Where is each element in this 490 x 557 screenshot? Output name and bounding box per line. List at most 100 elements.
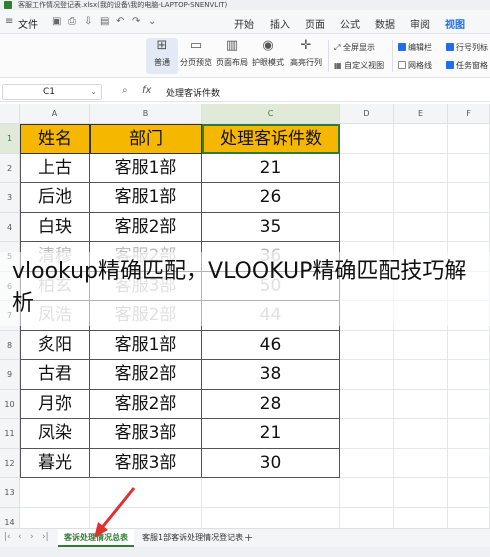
table-cell[interactable] <box>448 124 490 154</box>
row-header[interactable]: 2 <box>0 153 20 183</box>
table-cell[interactable] <box>448 448 490 478</box>
table-cell[interactable] <box>394 448 448 478</box>
table-cell[interactable] <box>394 330 448 360</box>
header-cell[interactable]: 处理客诉件数 <box>202 124 340 154</box>
column-header[interactable]: F <box>448 104 490 124</box>
table-cell[interactable]: 26 <box>202 183 340 213</box>
hamburger-menu-icon[interactable]: ≡ <box>5 17 15 27</box>
table-cell[interactable] <box>340 183 394 213</box>
tab-view[interactable]: 视图 <box>445 16 465 36</box>
normal-view-button[interactable]: ⊞ 普通 <box>146 38 178 74</box>
table-cell[interactable] <box>394 419 448 449</box>
tab-page[interactable]: 页面 <box>305 16 325 31</box>
table-cell[interactable] <box>20 478 90 508</box>
table-cell[interactable] <box>394 124 448 154</box>
row-header[interactable]: 11 <box>0 419 20 449</box>
table-cell[interactable]: 38 <box>202 360 340 390</box>
table-cell[interactable]: 21 <box>202 153 340 183</box>
table-cell[interactable] <box>90 478 202 508</box>
table-cell[interactable] <box>394 183 448 213</box>
table-cell[interactable] <box>394 389 448 419</box>
row-header[interactable]: 4 <box>0 212 20 242</box>
table-cell[interactable]: 35 <box>202 212 340 242</box>
tab-home[interactable]: 开始 <box>234 16 254 31</box>
zoom-search-icon[interactable]: ⌕ <box>122 85 128 96</box>
export-icon[interactable]: ⇩ <box>84 16 92 27</box>
file-menu[interactable]: 文件 <box>18 16 38 31</box>
last-sheet-icon[interactable]: ›| <box>42 532 49 542</box>
undo-icon[interactable]: ↶ <box>116 16 124 27</box>
table-cell[interactable]: 客服2部 <box>90 360 202 390</box>
table-cell[interactable]: 客服1部 <box>90 330 202 360</box>
table-cell[interactable] <box>20 507 90 528</box>
row-header[interactable]: 13 <box>0 478 20 508</box>
column-header[interactable]: B <box>90 104 202 124</box>
table-cell[interactable]: 客服2部 <box>90 389 202 419</box>
table-cell[interactable] <box>340 389 394 419</box>
select-all-corner[interactable] <box>0 104 20 124</box>
table-cell[interactable] <box>340 507 394 528</box>
table-cell[interactable]: 客服3部 <box>90 419 202 449</box>
page-break-preview-button[interactable]: ▭ 分页预览 <box>180 38 212 74</box>
highlight-row-col-button[interactable]: ✛ 高亮行列 <box>290 38 322 74</box>
table-cell[interactable] <box>202 478 340 508</box>
table-cell[interactable] <box>340 419 394 449</box>
more-dropdown-icon[interactable]: ⌄ <box>148 16 156 27</box>
table-cell[interactable] <box>448 419 490 449</box>
table-cell[interactable] <box>448 212 490 242</box>
eye-protection-button[interactable]: ◉ 护眼模式 <box>252 38 284 74</box>
table-cell[interactable]: 客服1部 <box>90 153 202 183</box>
table-cell[interactable] <box>202 507 340 528</box>
column-header[interactable]: A <box>20 104 90 124</box>
table-cell[interactable] <box>448 507 490 528</box>
table-cell[interactable]: 白玦 <box>20 212 90 242</box>
table-cell[interactable] <box>394 507 448 528</box>
table-cell[interactable]: 上古 <box>20 153 90 183</box>
column-header[interactable]: D <box>340 104 394 124</box>
sheet-tab-summary[interactable]: 客诉处理情况总表 <box>58 529 134 547</box>
table-cell[interactable] <box>340 153 394 183</box>
function-fx-icon[interactable]: fx <box>142 85 151 96</box>
first-sheet-icon[interactable]: |‹ <box>4 532 11 542</box>
table-cell[interactable]: 炙阳 <box>20 330 90 360</box>
table-cell[interactable]: 后池 <box>20 183 90 213</box>
table-cell[interactable] <box>340 478 394 508</box>
tab-insert[interactable]: 插入 <box>270 16 290 31</box>
formula-input[interactable]: 处理客诉件数 <box>166 86 220 99</box>
table-cell[interactable]: 客服1部 <box>90 183 202 213</box>
table-cell[interactable] <box>448 360 490 390</box>
table-cell[interactable] <box>340 330 394 360</box>
row-header[interactable]: 12 <box>0 448 20 478</box>
preview-icon[interactable]: ▤ <box>100 16 109 27</box>
chevron-down-icon[interactable]: ⌄ <box>90 85 97 99</box>
headings-checkbox[interactable]: 行号列标 <box>446 42 488 53</box>
table-cell[interactable]: 月弥 <box>20 389 90 419</box>
row-header[interactable]: 14 <box>0 507 20 528</box>
page-layout-button[interactable]: ▥ 页面布局 <box>216 38 248 74</box>
table-cell[interactable]: 古君 <box>20 360 90 390</box>
table-cell[interactable]: 21 <box>202 419 340 449</box>
table-cell[interactable] <box>394 212 448 242</box>
tab-review[interactable]: 审阅 <box>410 16 430 31</box>
table-cell[interactable] <box>448 183 490 213</box>
fullscreen-button[interactable]: ⤢ 全屏显示 <box>334 42 375 53</box>
table-cell[interactable] <box>340 448 394 478</box>
table-cell[interactable]: 凤染 <box>20 419 90 449</box>
header-cell[interactable]: 姓名 <box>20 124 90 154</box>
save-icon[interactable]: ▣ <box>52 16 61 27</box>
row-header[interactable]: 3 <box>0 183 20 213</box>
table-cell[interactable] <box>448 478 490 508</box>
table-cell[interactable]: 客服3部 <box>90 448 202 478</box>
formula-bar-checkbox[interactable]: 编辑栏 <box>398 42 432 53</box>
table-cell[interactable] <box>340 124 394 154</box>
prev-sheet-icon[interactable]: ‹ <box>18 532 22 542</box>
column-header[interactable]: E <box>394 104 448 124</box>
column-header[interactable]: C <box>202 104 340 124</box>
table-cell[interactable] <box>448 389 490 419</box>
tab-data[interactable]: 数据 <box>375 16 395 31</box>
next-sheet-icon[interactable]: › <box>30 532 34 542</box>
row-header[interactable]: 8 <box>0 330 20 360</box>
table-cell[interactable] <box>394 478 448 508</box>
table-cell[interactable] <box>448 330 490 360</box>
table-cell[interactable] <box>448 153 490 183</box>
